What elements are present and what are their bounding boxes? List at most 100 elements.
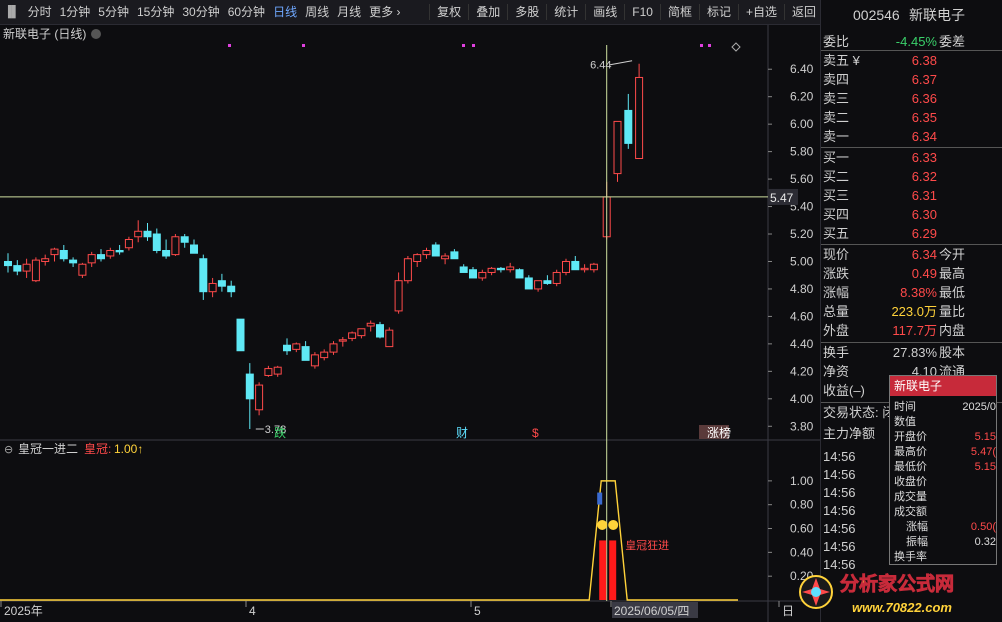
sell-level-3: 卖三 6.36 [821,89,1002,108]
indicator-bar [599,540,607,600]
candle [171,234,180,256]
indicator-label: 皇冠: [84,442,111,456]
event-marker-2[interactable]: $ [532,426,539,440]
period-tab-8[interactable]: 月线 [333,0,365,25]
signal-dot [302,44,305,47]
crosshair-price-label: 5.47 [770,191,794,205]
event-marker-1[interactable]: 财 [456,426,468,440]
period-tab-5[interactable]: 60分钟 [224,0,269,25]
sell-label: 卖三 [823,91,850,106]
stat-value: 117.7万 [892,323,937,338]
tooltip-key: 成交量 [894,491,927,503]
stat-label: 现价 [823,247,850,262]
tooltip-value: 2025/0 [962,401,996,413]
price-tick-label: 4.20 [790,364,814,378]
buy-label: 买五 [823,226,850,241]
toolbar-action-8[interactable]: +自选 [742,0,781,25]
watermark-url: www.70822.com [852,600,952,615]
toolbar-action-1[interactable]: 叠加 [472,0,504,25]
tooltip-value: 0.50( [970,521,996,533]
candle [515,268,524,279]
tick-time: 14:56 [823,485,856,500]
high-price-label: 6.44 [590,60,611,72]
stat-right-label: 量比 [939,304,966,319]
chart-background [0,25,820,622]
toolbar-action-2[interactable]: 多股 [511,0,543,25]
tooltip-value: 5.15 [974,431,996,443]
candle [78,262,87,278]
toolbar-action-3[interactable]: 统计 [550,0,582,25]
toolbar-action-7[interactable]: 标记 [703,0,735,25]
sell-price: 6.34 [911,129,937,144]
sell-level-1: 卖一 6.34 [821,127,1002,146]
indicator-bar [609,540,617,600]
main-flow-label[interactable]: 主力净额 [823,424,875,443]
period-tab-7[interactable]: 周线 [301,0,333,25]
tick-time: 14:56 [823,467,856,482]
period-tab-6[interactable]: 日线 [269,0,301,25]
menu-icon[interactable]: ▐▌ [0,0,24,25]
toolbar-action-4[interactable]: 画线 [589,0,621,25]
watermark-logo: 分析家公式网 www.70822.com [799,572,954,615]
period-tab-3[interactable]: 15分钟 [133,0,178,25]
toolbar-action-9[interactable]: 返回 [788,0,820,25]
price-tick-label: 6.00 [790,117,814,131]
kline-chart[interactable]: 新联电子 (日线)6.406.206.005.805.605.405.205.0… [0,25,820,622]
toolbar-separator [507,4,509,20]
stat-row: 现价 6.34 今开 [821,245,1002,264]
indicator-marker [597,492,603,505]
toolbar-separator [737,4,739,20]
stat-right-label: 今开 [939,247,966,262]
toolbar-action-0[interactable]: 复权 [433,0,465,25]
tooltip-value: 0.32 [974,536,996,548]
event-marker-3[interactable]: 涨榜 [707,425,731,440]
indicator-name: 皇冠一进二 [18,442,78,456]
tooltip-key: 开盘价 [894,431,927,443]
stat-row: 外盘 117.7万 内盘 [821,321,1002,340]
event-marker-0[interactable]: 跌 [274,425,286,440]
stat-label: 涨幅 [823,285,850,300]
candle [310,352,319,369]
tooltip-key: 收盘价 [894,476,927,488]
toolbar-action-5[interactable]: F10 [628,0,657,25]
period-tab-0[interactable]: 分时 [24,0,56,25]
signal-dot [228,44,231,47]
tooltip-value: 5.47( [970,446,996,458]
buy-price: 6.29 [911,226,937,241]
chevron-down-icon[interactable] [91,29,101,39]
candle [385,327,394,348]
stat2-value: 27.83% [892,345,937,360]
stat-label: 涨跌 [823,266,850,281]
period-tab-1[interactable]: 1分钟 [56,0,95,25]
tooltip-row: 换手率 [890,550,996,565]
stat-value: 0.49 [911,266,937,281]
price-tick-label: 4.40 [790,337,814,351]
time-axis-label: 4 [249,604,256,618]
candle [403,255,412,284]
tooltip-key: 时间 [894,401,916,413]
candle [635,63,644,159]
buy-price: 6.32 [911,169,937,184]
price-tick-label: 6.40 [790,62,814,76]
buy-level-4: 买四 6.30 [821,205,1002,224]
buy-label: 买一 [823,150,850,165]
indicator-tick-label: 1.00 [790,474,814,488]
tooltip-value: 5.15 [974,461,996,473]
webi-value: -4.45% [895,34,937,49]
candle [562,258,570,276]
indicator-annotation: 皇冠狂进 [625,538,669,552]
indicator-tick-label: 0.80 [790,498,814,512]
buy-price: 6.30 [911,207,937,222]
period-tab-2[interactable]: 5分钟 [94,0,133,25]
time-axis-label: 2025/06/05/四 [614,604,689,618]
price-tick-label: 4.60 [790,309,814,323]
period-tab-4[interactable]: 30分钟 [178,0,223,25]
time-axis-label: 2025年 [4,604,43,618]
period-tab-9[interactable]: 更多 › [365,0,404,25]
toolbar-action-6[interactable]: 简框 [664,0,696,25]
stat2-label: 换手 [823,345,850,360]
indicator-collapse-icon[interactable]: ⊖ [4,444,13,456]
sell-label: 卖二 [823,110,850,125]
sell-price: 6.35 [911,110,937,125]
buy-level-3: 买三 6.31 [821,186,1002,205]
